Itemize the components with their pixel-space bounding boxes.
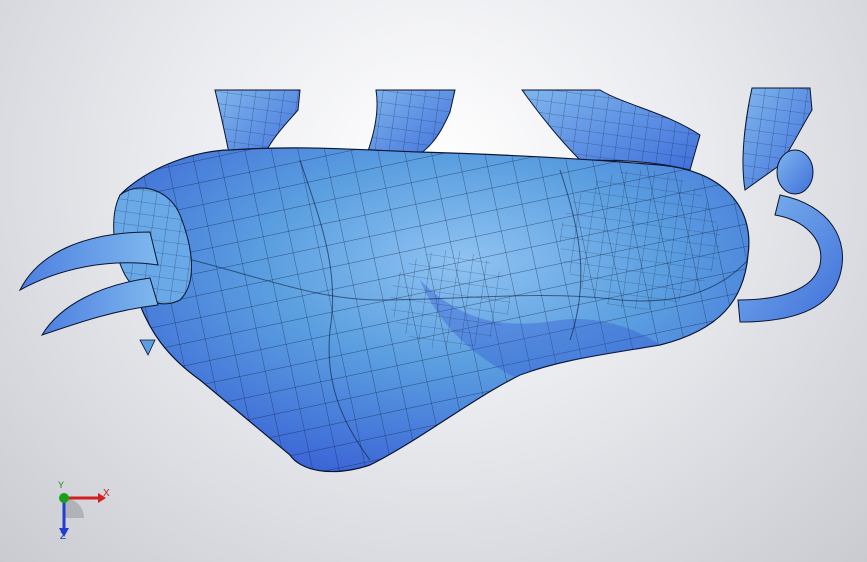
coordinate-triad: X Y Z — [40, 480, 120, 550]
x-axis-label: X — [103, 488, 110, 499]
tail — [737, 194, 843, 323]
horn-lower — [40, 277, 159, 336]
z-axis-label: Z — [60, 531, 67, 542]
y-axis-label: Y — [58, 480, 65, 490]
bull-body — [116, 147, 750, 473]
leg-front-right — [364, 89, 456, 161]
graphics-viewport[interactable]: X Y Z — [0, 0, 867, 562]
leg-rear-right — [742, 87, 814, 195]
y-axis-dot — [59, 493, 69, 503]
bull-model[interactable] — [0, 0, 867, 562]
